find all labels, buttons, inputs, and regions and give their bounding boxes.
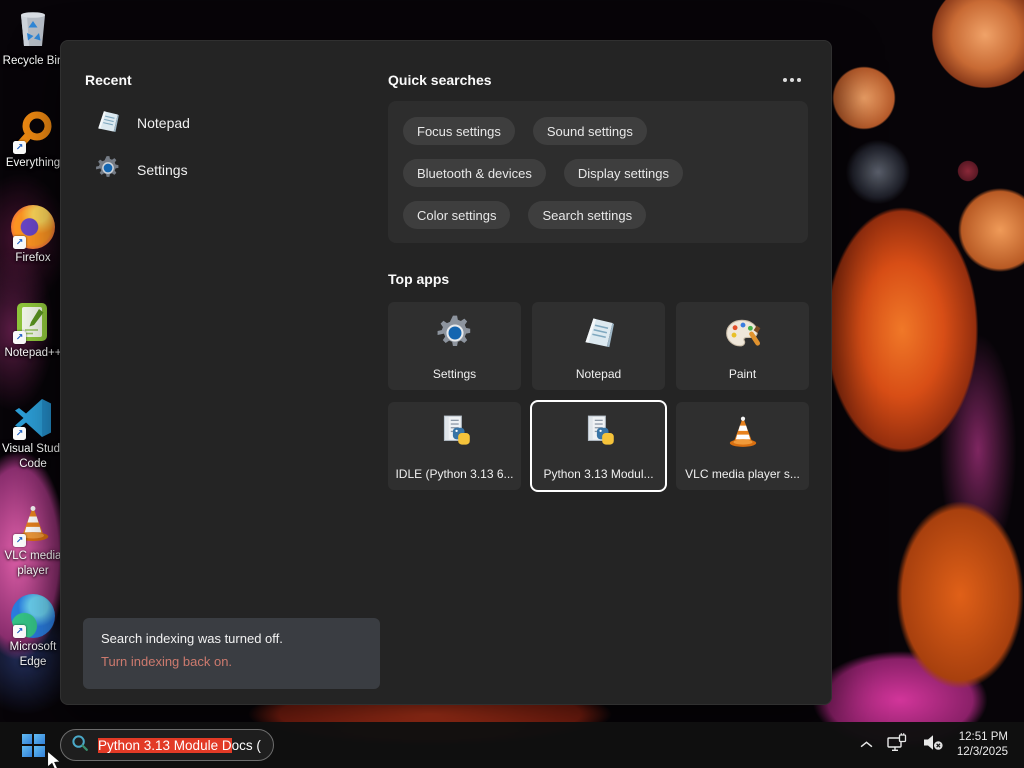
quick-search-pill-bluetooth-devices[interactable]: Bluetooth & devices: [403, 159, 546, 187]
windows-desktop: { "desktop": { "icons": [ { "icon": "rec…: [0, 0, 1024, 768]
quick-search-pill-display-settings[interactable]: Display settings: [563, 159, 683, 187]
shortcut-arrow-icon: ↗: [13, 331, 26, 344]
recent-item-settings[interactable]: Settings: [83, 151, 375, 189]
shortcut-arrow-icon: ↗: [13, 534, 26, 547]
quick-searches-title: Quick searches: [388, 72, 492, 88]
desktop-icon-label: Code: [19, 458, 47, 470]
shortcut-arrow-icon: ↗: [13, 625, 26, 638]
desktop-icon-label: Recycle Bin: [2, 55, 64, 67]
python-doc-icon: [436, 414, 474, 457]
recent-item-label: Notepad: [137, 115, 190, 131]
search-text-selected: Python 3.13 Module D: [98, 737, 232, 753]
edge-icon: ↗: [11, 594, 55, 638]
clock-date: 12/3/2025: [956, 746, 1008, 758]
desktop-icon-everything[interactable]: ↗ Everything: [2, 110, 64, 171]
desktop-icon-vlc[interactable]: ↗ VLC media player: [2, 503, 64, 579]
top-apps-grid: Settings Notepad Paint IDLE (Python 3.13…: [388, 302, 809, 490]
search-input-text: Python 3.13 Module Docs (: [98, 737, 261, 753]
desktop-icon-edge[interactable]: ↗ Microsoft Edge: [2, 594, 64, 670]
quick-searches-box: Focus settings Sound settings Bluetooth …: [388, 101, 808, 243]
system-tray: 12:51 PM 12/3/2025: [853, 722, 1018, 768]
top-apps-title: Top apps: [388, 271, 450, 287]
turn-indexing-on-link[interactable]: Turn indexing back on.: [101, 654, 362, 669]
shortcut-arrow-icon: ↗: [13, 236, 26, 249]
python-doc-icon: [580, 414, 618, 457]
quick-search-pill-focus-settings[interactable]: Focus settings: [403, 117, 515, 145]
desktop-icon-label: Microsoft: [9, 641, 57, 653]
start-button[interactable]: [17, 730, 49, 760]
top-app-tile-paint[interactable]: Paint: [676, 302, 809, 390]
search-icon: [71, 734, 89, 757]
shortcut-arrow-icon: ↗: [13, 141, 26, 154]
quick-search-pill-color-settings[interactable]: Color settings: [403, 201, 511, 229]
desktop-icon-label: Notepad++: [4, 347, 62, 359]
top-app-tile-settings[interactable]: Settings: [388, 302, 521, 390]
desktop-icon-label: player: [17, 565, 49, 577]
gear-icon: [95, 155, 121, 186]
ethernet-network-icon: [887, 733, 908, 757]
clock-time: 12:51 PM: [958, 731, 1008, 743]
paint-icon: [724, 314, 762, 357]
vscode-icon: ↗: [11, 396, 55, 440]
top-app-label: Python 3.13 Modul...: [543, 467, 654, 481]
more-options-button[interactable]: [776, 71, 808, 89]
desktop-icon-label: Everything: [5, 157, 61, 169]
top-app-tile-python-module-docs[interactable]: Python 3.13 Modul...: [532, 402, 665, 490]
tray-overflow-button[interactable]: [853, 729, 880, 761]
top-app-label: VLC media player s...: [685, 467, 800, 481]
recent-item-notepad[interactable]: Notepad: [83, 104, 375, 142]
quick-search-pill-sound-settings[interactable]: Sound settings: [532, 117, 647, 145]
desktop-icon-label: Visual Studio: [2, 443, 69, 455]
everything-icon: ↗: [11, 110, 55, 154]
top-app-tile-vlc[interactable]: VLC media player s...: [676, 402, 809, 490]
notice-message: Search indexing was turned off.: [101, 631, 283, 646]
top-app-label: Paint: [728, 367, 757, 381]
notepad-icon: [95, 108, 121, 139]
desktop-icon-recycle-bin[interactable]: Recycle Bin: [2, 8, 64, 69]
taskbar-clock[interactable]: 12:51 PM 12/3/2025: [951, 730, 1018, 760]
vlc-icon: ↗: [11, 503, 55, 547]
top-app-tile-notepad[interactable]: Notepad: [532, 302, 665, 390]
top-app-label: Settings: [432, 367, 477, 381]
search-flyout-panel: Recent Notepad Settings Quick searches F…: [60, 40, 832, 705]
notepad-plus-plus-icon: ↗: [11, 300, 55, 344]
chevron-up-icon: [860, 736, 873, 754]
recent-section-title: Recent: [85, 72, 132, 88]
top-app-label: IDLE (Python 3.13 6...: [395, 467, 514, 481]
quick-search-pill-search-settings[interactable]: Search settings: [528, 201, 647, 229]
desktop-icon-label: VLC media: [4, 550, 62, 562]
ellipsis-icon: [790, 78, 794, 82]
windows-logo-icon: [21, 733, 45, 757]
recent-item-label: Settings: [137, 162, 188, 178]
vlc-icon: [724, 414, 762, 457]
desktop-icon-vscode[interactable]: ↗ Visual Studio Code: [2, 396, 69, 472]
notepad-icon: [581, 314, 617, 355]
desktop-icon-notepad-plus-plus[interactable]: ↗ Notepad++: [2, 300, 64, 361]
gear-icon: [436, 314, 474, 357]
search-text-unselected: ocs (: [231, 737, 261, 753]
recycle-bin-icon: [11, 8, 55, 52]
desktop-icon-firefox[interactable]: ↗ Firefox: [2, 205, 64, 266]
speaker-muted-icon: [922, 734, 944, 756]
desktop-icon-label: Edge: [19, 656, 47, 668]
taskbar: Python 3.13 Module Docs (12:51 PM 12/3/…: [0, 722, 1024, 768]
volume-status-button[interactable]: [915, 729, 951, 761]
desktop-icon-label: Firefox: [15, 252, 51, 264]
top-app-tile-idle-python[interactable]: IDLE (Python 3.13 6...: [388, 402, 521, 490]
network-status-button[interactable]: [880, 729, 915, 761]
search-indexing-notice: Search indexing was turned off. Turn ind…: [83, 618, 380, 689]
firefox-icon: ↗: [11, 205, 55, 249]
top-app-label: Notepad: [575, 367, 622, 381]
taskbar-search-box[interactable]: Python 3.13 Module Docs (: [60, 729, 274, 761]
shortcut-arrow-icon: ↗: [13, 427, 26, 440]
